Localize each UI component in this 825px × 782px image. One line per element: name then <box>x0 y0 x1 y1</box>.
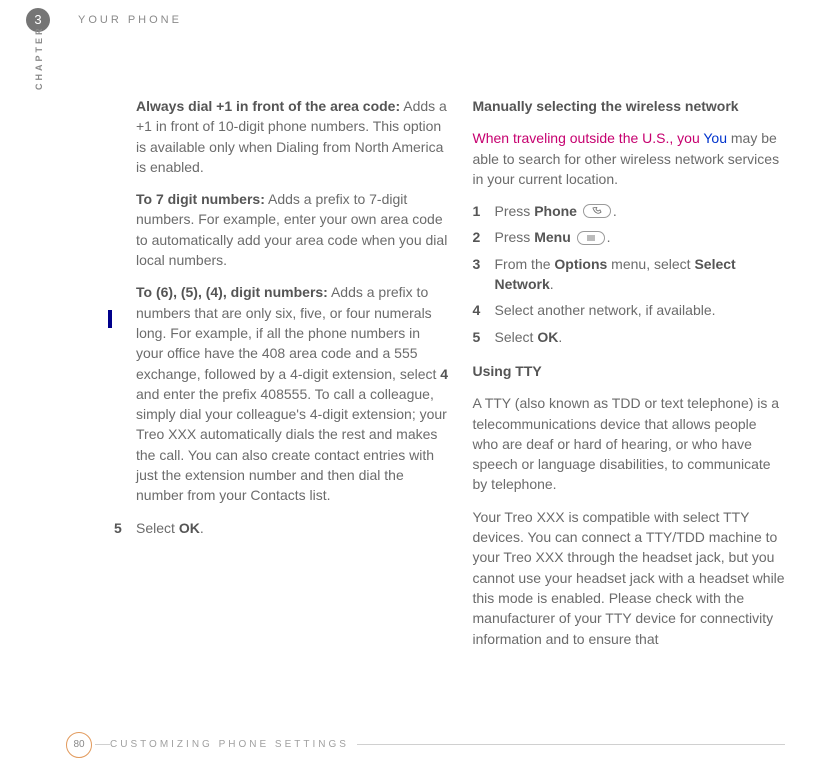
chapter-vertical-label: CHAPTER <box>33 25 46 90</box>
step-number: 4 <box>473 300 495 320</box>
step-text: Select OK. <box>495 327 786 347</box>
phone-key-icon <box>583 204 611 218</box>
footer-title: CUSTOMIZING PHONE SETTINGS <box>110 738 357 753</box>
bold: Phone <box>534 203 577 219</box>
text: Select another network, if available. <box>495 302 716 318</box>
menu-key-icon <box>577 231 605 245</box>
step-text: Select OK. <box>136 518 449 538</box>
para-654-digit: To (6), (5), (4), digit numbers: Adds a … <box>136 282 449 505</box>
para-tty-2: Your Treo XXX is compatible with select … <box>473 507 786 649</box>
deleted-text: When traveling outside the U.S., you <box>473 130 704 146</box>
text: Press <box>495 203 535 219</box>
bold-ok: OK <box>179 520 200 536</box>
content-columns: Always dial +1 in front of the area code… <box>136 96 785 682</box>
bold-always-dial: Always dial +1 in front of the area code… <box>136 98 400 114</box>
text <box>571 229 575 245</box>
page-number-badge: 80 <box>66 732 92 758</box>
step-text: Press Menu . <box>495 227 786 247</box>
text: . <box>558 329 562 345</box>
bold: Options <box>554 256 607 272</box>
step-text: Select another network, if available. <box>495 300 786 320</box>
text: Press <box>495 229 535 245</box>
bold-4: 4 <box>440 366 448 382</box>
text: Select <box>495 329 538 345</box>
step-text: From the Options menu, select Select Net… <box>495 254 786 295</box>
right-column: Manually selecting the wireless network … <box>473 96 786 682</box>
change-bar <box>108 310 112 328</box>
text: Select <box>136 520 179 536</box>
step-5: 5 Select OK. <box>473 327 786 347</box>
step-number: 5 <box>114 518 136 538</box>
text: . <box>613 203 617 219</box>
step-3: 3 From the Options menu, select Select N… <box>473 254 786 295</box>
bold-heading: Using TTY <box>473 363 542 379</box>
text: menu, select <box>607 256 694 272</box>
steps-list: 1 Press Phone . 2 Press Menu . 3 From th… <box>473 201 786 347</box>
para-tty-1: A TTY (also known as TDD or text telepho… <box>473 393 786 494</box>
para-7-digit: To 7 digit numbers: Adds a prefix to 7-d… <box>136 189 449 270</box>
text: . <box>200 520 204 536</box>
text: and enter the prefix 408555. To call a c… <box>136 386 447 503</box>
step-text: Press Phone . <box>495 201 786 221</box>
para-always-dial: Always dial +1 in front of the area code… <box>136 96 449 177</box>
step-number: 3 <box>473 254 495 295</box>
text <box>577 203 581 219</box>
step-2: 2 Press Menu . <box>473 227 786 247</box>
text: From the <box>495 256 555 272</box>
bold-heading: Manually selecting the wireless network <box>473 98 739 114</box>
bold-7-digit: To 7 digit numbers: <box>136 191 265 207</box>
bold-654-digit: To (6), (5), (4), digit numbers: <box>136 284 328 300</box>
step-1: 1 Press Phone . <box>473 201 786 221</box>
text: . <box>607 229 611 245</box>
bold: Menu <box>534 229 571 245</box>
step-5-left: 5 Select OK. <box>114 518 449 538</box>
step-number: 2 <box>473 227 495 247</box>
para-travel: When traveling outside the U.S., you You… <box>473 128 786 189</box>
text: . <box>550 276 554 292</box>
footer: 80 CUSTOMIZING PHONE SETTINGS <box>0 728 825 764</box>
step-number: 1 <box>473 201 495 221</box>
step-4: 4 Select another network, if available. <box>473 300 786 320</box>
left-column: Always dial +1 in front of the area code… <box>136 96 449 682</box>
step-number: 5 <box>473 327 495 347</box>
heading-manual-network: Manually selecting the wireless network <box>473 96 786 116</box>
inserted-text: You <box>703 130 727 146</box>
heading-tty: Using TTY <box>473 361 786 381</box>
bold: OK <box>537 329 558 345</box>
header-title: YOUR PHONE <box>78 13 182 29</box>
